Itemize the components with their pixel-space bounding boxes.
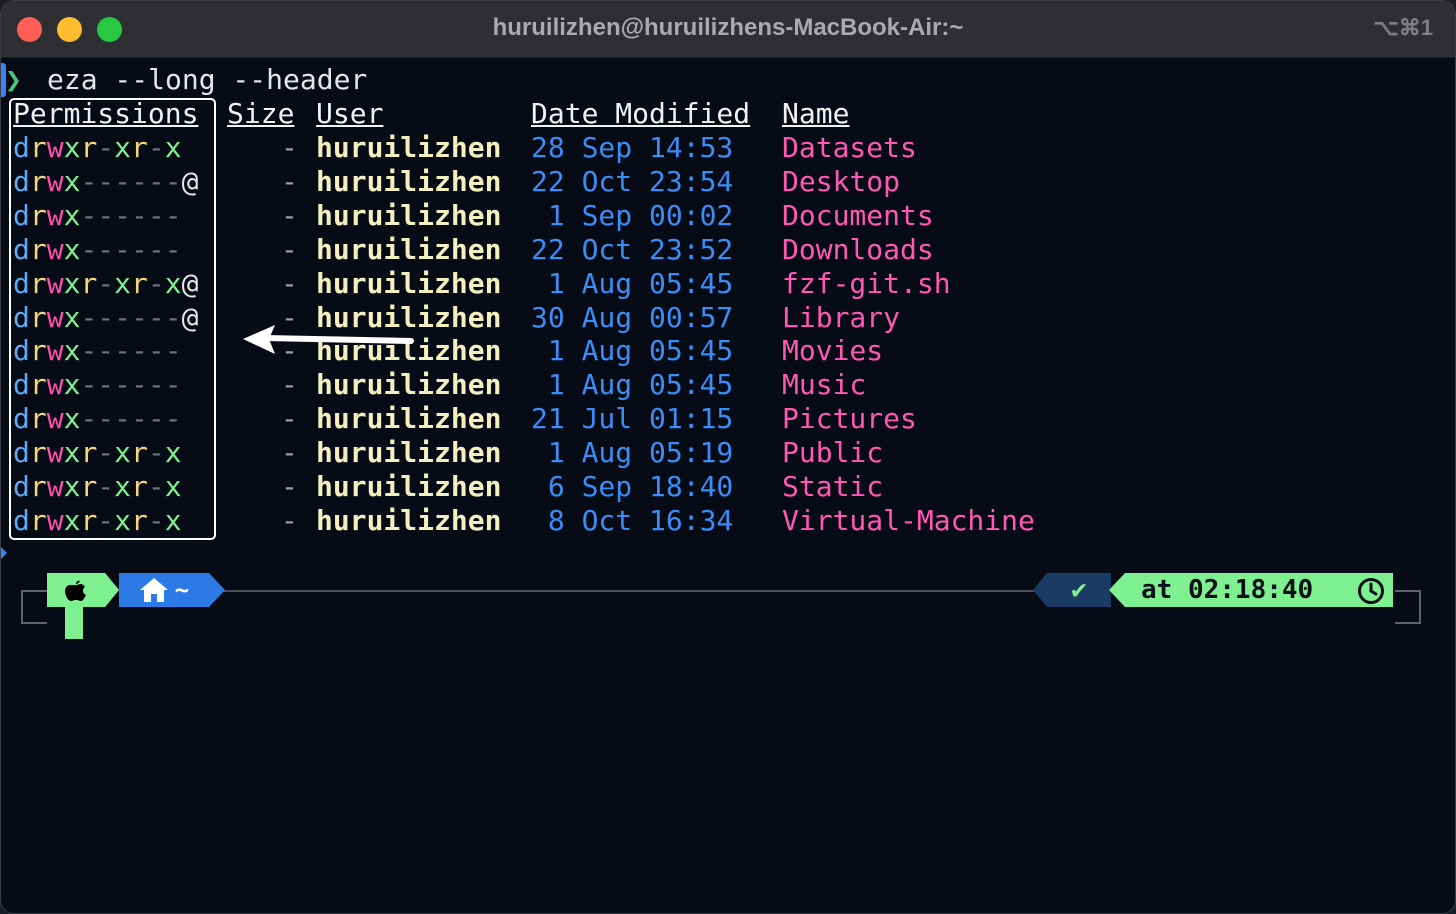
date-modified: 1 Aug 05:45	[531, 334, 734, 368]
user: huruilizhen	[316, 164, 502, 198]
file-name[interactable]: Public	[782, 436, 883, 470]
size: -	[281, 164, 298, 198]
os-segment	[47, 573, 105, 607]
date-modified: 28 Sep 14:53	[531, 131, 734, 164]
date-modified: 1 Aug 05:45	[531, 368, 734, 402]
date-modified: 8 Oct 16:34	[531, 503, 734, 537]
success-check-icon: ✔	[1071, 575, 1087, 605]
date-modified: 22 Oct 23:54	[531, 164, 734, 198]
window-shortcut: ⌥⌘1	[1373, 15, 1433, 40]
file-name[interactable]: Downloads	[782, 233, 934, 267]
file-name[interactable]: Documents	[782, 199, 934, 233]
header-size: Size	[227, 97, 295, 130]
file-name[interactable]: Virtual-Machine	[782, 504, 1035, 538]
user: huruilizhen	[316, 368, 502, 402]
command-line: ❯ eza --long --header	[1, 63, 367, 97]
date-modified: 1 Sep 00:02	[531, 198, 734, 232]
size: -	[281, 470, 298, 503]
time-text: at 02:18:40	[1141, 575, 1314, 605]
date-modified: 21 Jul 01:15	[531, 402, 734, 436]
file-name[interactable]: fzf-git.sh	[782, 267, 951, 301]
annotation-arrow-icon	[243, 325, 414, 354]
date-modified: 1 Aug 05:45	[531, 266, 734, 300]
user: huruilizhen	[316, 232, 502, 266]
permissions-highlight-box	[9, 98, 216, 540]
file-name[interactable]: Music	[782, 368, 866, 402]
size: -	[281, 198, 298, 232]
prompt-symbol: ❯	[5, 63, 22, 96]
user: huruilizhen	[316, 503, 502, 537]
date-modified: 30 Aug 00:57	[531, 300, 734, 334]
size: -	[281, 368, 298, 402]
window-title: huruilizhen@huruilizhens-MacBook-Air:~	[492, 14, 964, 41]
date-modified: 22 Oct 23:52	[531, 232, 734, 266]
file-name[interactable]: Pictures	[782, 402, 917, 436]
user: huruilizhen	[316, 402, 502, 436]
date-modified: 6 Sep 18:40	[531, 470, 734, 503]
size: -	[281, 266, 298, 300]
file-name[interactable]: Movies	[782, 334, 883, 368]
size: -	[281, 232, 298, 266]
prompt-stub	[65, 605, 83, 639]
size: -	[281, 503, 298, 537]
user: huruilizhen	[316, 198, 502, 232]
header-user: User	[316, 97, 384, 130]
terminal-window: huruilizhen@huruilizhens-MacBook-Air:~ ⌥…	[0, 0, 1456, 914]
user: huruilizhen	[316, 470, 502, 503]
command-text: eza --long --header	[47, 63, 368, 96]
size: -	[281, 436, 298, 470]
home-icon	[139, 578, 168, 602]
title-bar: huruilizhen@huruilizhens-MacBook-Air:~ ⌥…	[1, 1, 1455, 58]
directory-segment: ~	[119, 573, 209, 607]
file-name[interactable]: Static	[782, 470, 883, 504]
header-name: Name	[782, 97, 850, 130]
status-segment: ✔	[1047, 573, 1111, 607]
date-modified: 1 Aug 05:19	[531, 436, 734, 470]
user: huruilizhen	[316, 436, 502, 470]
time-segment: at 02:18:40	[1125, 573, 1393, 607]
file-name[interactable]: Datasets	[782, 131, 917, 165]
user: huruilizhen	[316, 266, 502, 300]
file-name[interactable]: Library	[782, 301, 900, 335]
directory-text: ~	[174, 576, 190, 604]
size: -	[281, 131, 298, 164]
clock-icon	[1358, 578, 1384, 604]
apple-icon	[65, 580, 86, 601]
header-date-modified: Date Modified	[531, 97, 751, 130]
user: huruilizhen	[316, 131, 502, 164]
file-name[interactable]: Desktop	[782, 165, 900, 199]
prompt-marker-icon	[1, 547, 7, 559]
size: -	[281, 402, 298, 436]
